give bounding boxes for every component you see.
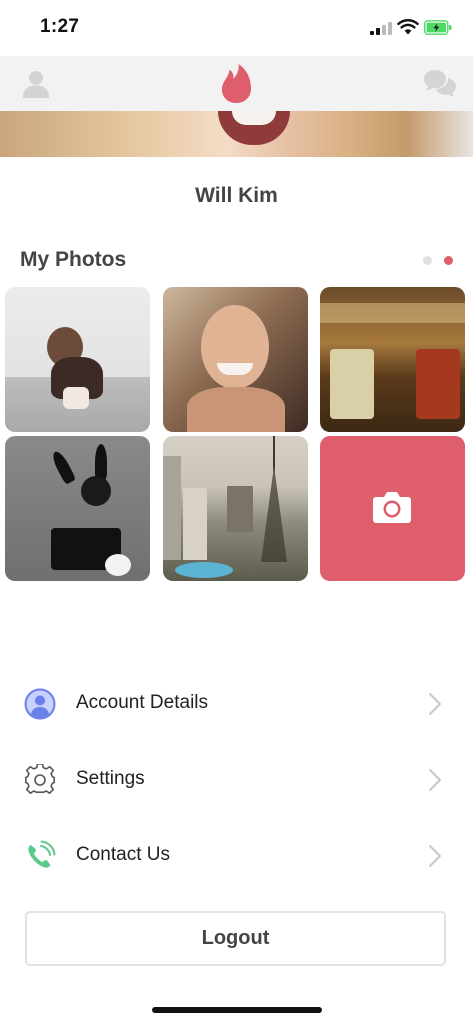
section-title-my-photos: My Photos <box>20 248 127 271</box>
chevron-right-icon <box>429 845 441 867</box>
photo-building <box>183 488 207 560</box>
menu-item-settings[interactable]: Settings <box>0 750 473 810</box>
chevron-right-icon <box>429 769 441 791</box>
photo-bunny-ear-right <box>95 444 107 480</box>
menu-item-account-details[interactable]: Account Details <box>0 674 473 734</box>
status-bar: 1:27 <box>0 0 473 56</box>
photo-tile[interactable] <box>163 287 308 432</box>
photo-glass-right <box>416 349 460 419</box>
status-time: 1:27 <box>40 16 80 37</box>
photo-tile[interactable] <box>5 287 150 432</box>
top-nav-bar <box>0 56 473 111</box>
flame-logo-icon[interactable] <box>221 63 252 104</box>
page-dot-inactive[interactable] <box>423 256 432 265</box>
photo-building <box>227 486 253 532</box>
photo-figure-shoes <box>63 387 89 409</box>
photo-figure-head <box>81 476 111 506</box>
photo-building <box>163 456 181 560</box>
menu-label: Account Details <box>76 692 209 713</box>
signal-strength-icon <box>370 21 394 35</box>
photo-face <box>201 305 269 389</box>
menu-label: Settings <box>76 768 145 789</box>
photo-bar-lights <box>320 303 465 323</box>
menu-item-contact-us[interactable]: Contact Us <box>0 826 473 886</box>
page-dot-active[interactable] <box>444 256 453 265</box>
photo-shoulders <box>187 387 285 432</box>
cover-photo <box>0 111 473 157</box>
logout-button[interactable]: Logout <box>25 911 446 966</box>
gear-icon <box>25 764 55 794</box>
battery-icon <box>424 20 452 35</box>
chevron-right-icon <box>429 693 441 715</box>
photo-tile[interactable] <box>320 287 465 432</box>
menu-label: Contact Us <box>76 844 170 865</box>
photo-bunny-ear-left <box>49 449 77 485</box>
photo-page-indicator[interactable] <box>423 256 457 266</box>
account-icon <box>24 688 56 720</box>
photo-pool <box>175 562 233 578</box>
profile-name: Will Kim <box>195 184 278 207</box>
wifi-icon <box>397 19 419 35</box>
chat-bubbles-icon[interactable] <box>423 68 457 100</box>
photo-glass-left <box>330 349 374 419</box>
add-photo-button[interactable] <box>320 436 465 581</box>
photo-tile[interactable] <box>5 436 150 581</box>
photo-tile[interactable] <box>163 436 308 581</box>
camera-icon <box>373 492 411 523</box>
photo-bunny-tail <box>105 554 131 576</box>
phone-icon <box>28 840 56 868</box>
profile-icon[interactable] <box>22 69 50 99</box>
photo-tower <box>261 466 287 562</box>
home-indicator[interactable] <box>152 1007 322 1013</box>
